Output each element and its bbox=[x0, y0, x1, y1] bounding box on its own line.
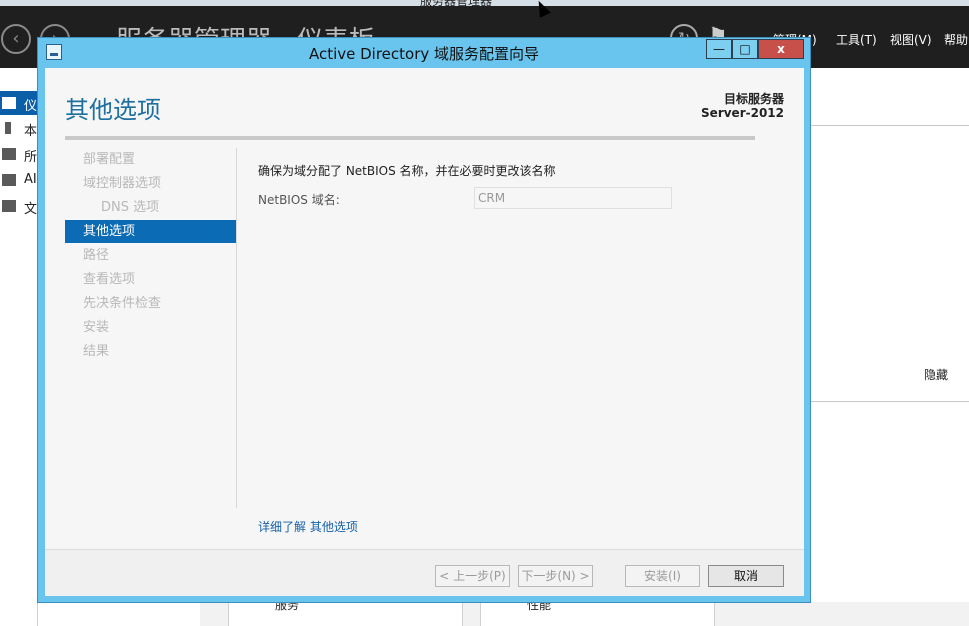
file-services-icon bbox=[2, 200, 16, 212]
server-tile: 服务 bbox=[228, 598, 463, 626]
step-dc-options: 域控制器选项 bbox=[83, 176, 162, 191]
next-button[interactable]: 下一步(N) > bbox=[518, 565, 593, 587]
dashboard-icon bbox=[2, 97, 16, 109]
ad-ds-icon bbox=[2, 174, 16, 186]
learn-more-link[interactable]: 详细了解 其他选项 bbox=[258, 518, 358, 535]
netbios-domain-input[interactable] bbox=[474, 187, 672, 209]
servers-icon bbox=[2, 148, 16, 160]
target-server-label: 目标服务器 bbox=[723, 92, 784, 106]
sidebar-item-ad-ds[interactable]: AI bbox=[0, 168, 38, 192]
step-deployment-configuration: 部署配置 bbox=[83, 152, 136, 167]
sidebar-item-label: 仪 bbox=[24, 99, 38, 114]
minimize-button[interactable]: — bbox=[706, 39, 732, 59]
sidebar-item-label: AI bbox=[24, 172, 37, 187]
install-button[interactable]: 安装(I) bbox=[625, 565, 700, 587]
sidebar-item-label: 本 bbox=[24, 124, 38, 139]
menu-help[interactable]: 帮助 bbox=[944, 31, 968, 48]
sidebar-item-file-services[interactable]: 文 bbox=[0, 194, 38, 218]
maximize-button[interactable]: □ bbox=[732, 39, 758, 59]
sidebar-item-all-servers[interactable]: 所 bbox=[0, 142, 38, 166]
server-tile: 性能 bbox=[480, 598, 715, 626]
header-divider bbox=[65, 136, 755, 140]
step-review-options: 查看选项 bbox=[83, 272, 136, 287]
cancel-button[interactable]: 取消 bbox=[708, 565, 784, 587]
previous-button[interactable]: < 上一步(P) bbox=[435, 565, 510, 587]
sidebar-item-dashboard[interactable]: 仪 bbox=[0, 91, 38, 115]
sidebar-item-label: 所 bbox=[24, 150, 38, 165]
close-button[interactable]: x bbox=[758, 39, 804, 59]
menu-tools[interactable]: 工具(T) bbox=[836, 31, 877, 48]
server-icon bbox=[5, 122, 11, 134]
target-server-name: Server-2012 bbox=[701, 106, 784, 120]
sidebar-item-label: 文 bbox=[24, 202, 38, 217]
wizard-steps-nav: 部署配置 域控制器选项 DNS 选项 其他选项 路径 查看选项 先决条件检查 安… bbox=[65, 148, 237, 508]
step-paths: 路径 bbox=[83, 248, 110, 263]
ad-ds-configuration-wizard: Active Directory 域服务配置向导 — □ x 其他选项 目标服务… bbox=[37, 37, 811, 603]
menu-view[interactable]: 视图(V) bbox=[890, 31, 932, 48]
server-manager-sidebar: 仪 本 所 AI 文 bbox=[0, 68, 38, 626]
step-dns-options: DNS 选项 bbox=[101, 200, 160, 215]
sidebar-item-local-server[interactable]: 本 bbox=[0, 116, 38, 140]
step-results: 结果 bbox=[83, 344, 110, 359]
dialog-titlebar[interactable]: Active Directory 域服务配置向导 — □ x bbox=[38, 38, 810, 68]
instruction-text: 确保为域分配了 NetBIOS 名称，并在必要时更改该名称 bbox=[258, 164, 556, 178]
dialog-title: Active Directory 域服务配置向导 bbox=[308, 45, 540, 63]
netbios-domain-label: NetBIOS 域名: bbox=[258, 193, 340, 207]
step-prerequisites-check: 先决条件检查 bbox=[83, 296, 162, 311]
welcome-panel bbox=[810, 125, 969, 402]
hide-link[interactable]: 隐藏 bbox=[924, 366, 948, 383]
back-arrow-icon[interactable]: ‹ bbox=[1, 24, 31, 54]
step-additional-options[interactable]: 其他选项 bbox=[65, 220, 236, 243]
dialog-client-area: 其他选项 目标服务器 Server-2012 部署配置 域控制器选项 DNS 选… bbox=[45, 68, 804, 596]
dialog-footer: < 上一步(P) 下一步(N) > 安装(I) 取消 bbox=[45, 550, 804, 596]
step-installation: 安装 bbox=[83, 320, 110, 335]
page-title: 其他选项 bbox=[65, 96, 161, 124]
